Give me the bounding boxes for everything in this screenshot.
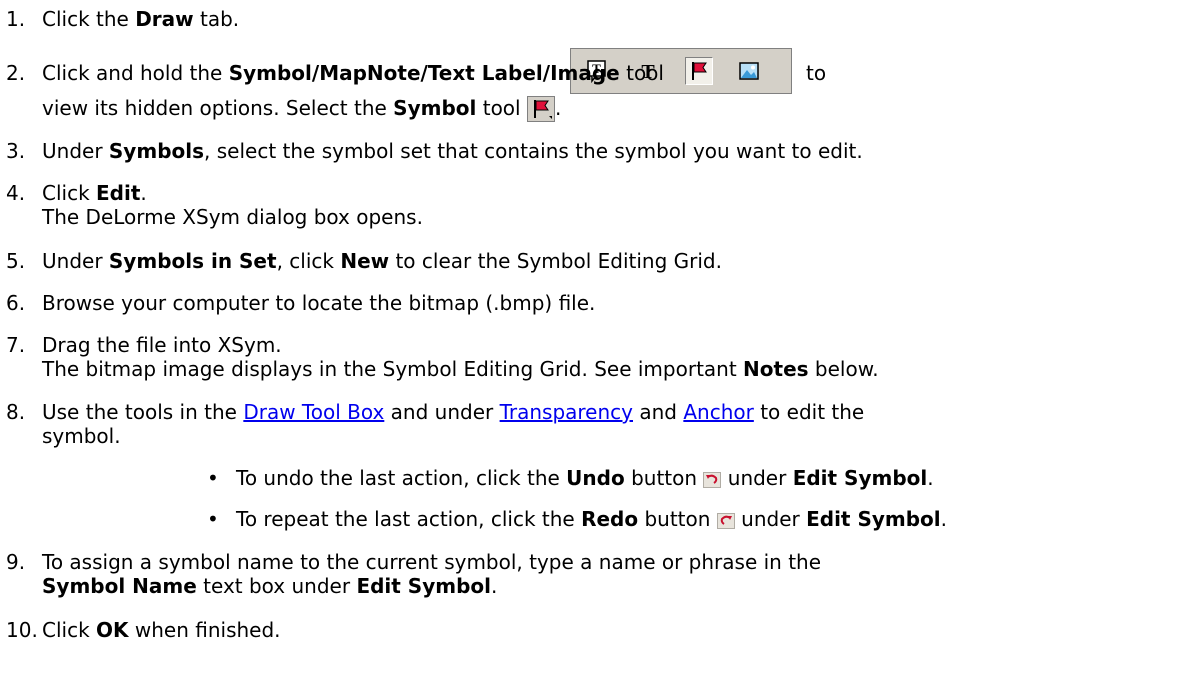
step-text: Drag the file into XSym. <box>42 333 282 357</box>
undo-icon <box>703 469 722 493</box>
anchor-link[interactable]: Anchor <box>683 400 754 424</box>
bullet-text: under <box>721 466 793 490</box>
instruction-page: 1. Click the Draw tab. T T 2. Click and … <box>0 0 1200 679</box>
redo-icon <box>716 510 735 534</box>
step-bold-term: Symbol <box>393 96 477 120</box>
step-9-continued: Symbol Name text box under Edit Symbol. <box>42 574 497 598</box>
bullet-text: . <box>940 507 948 531</box>
step-number: 4. <box>6 181 26 205</box>
transparency-link[interactable]: Transparency <box>500 400 633 424</box>
step-number: 5. <box>6 249 26 273</box>
bullet-text: under <box>734 507 807 531</box>
step-text: Under <box>42 139 109 163</box>
step-text: text box under <box>196 574 357 598</box>
step-text: tool <box>476 96 521 120</box>
step-text: Under <box>42 249 109 273</box>
step-text: Click and hold the <box>42 61 229 85</box>
step-text: to clear the Symbol Editing Grid. <box>389 249 722 273</box>
bullet-text: . <box>927 466 934 490</box>
step-text: Click the <box>42 7 136 31</box>
image-icon <box>735 57 763 85</box>
step-bold-term: Symbols in Set <box>108 249 277 273</box>
step-bold-term: Symbol Name <box>42 574 197 598</box>
step-number: 6. <box>6 291 26 315</box>
step-bold-term: Symbols <box>108 139 205 163</box>
step-bold-term: Symbol/MapNote/Text Label/Image <box>228 61 620 85</box>
step-text: Click <box>42 618 97 642</box>
step-bold-term: Edit <box>96 181 141 205</box>
step-2-continued: view its hidden options. Select the Symb… <box>42 96 561 122</box>
step-8-continued: symbol. <box>42 424 121 448</box>
symbol-flag-icon <box>685 57 713 85</box>
symbol-tool-icon <box>526 96 555 122</box>
bullet-text: button <box>638 507 711 531</box>
step-text: Click <box>42 181 97 205</box>
step-number: 1. <box>6 7 26 31</box>
step-bold-term: OK <box>96 618 129 642</box>
bullet-bold-term: Undo <box>566 466 625 490</box>
step-text: . <box>140 181 147 205</box>
step-number: 7. <box>6 333 26 357</box>
step-bold-term: Draw <box>135 7 194 31</box>
step-text: . <box>491 574 498 598</box>
bullet-bold-term: Redo <box>581 507 639 531</box>
step-text: tab. <box>193 7 240 31</box>
step-bold-term: Notes <box>743 357 809 381</box>
bullet-bold-term: Edit Symbol <box>806 507 941 531</box>
step-number: 2. <box>6 61 26 85</box>
step-4-continued: The DeLorme XSym dialog box opens. <box>42 205 423 229</box>
step-text: The bitmap image displays in the Symbol … <box>42 357 744 381</box>
bullet-text: To repeat the last action, click the <box>236 507 582 531</box>
step-text: To assign a symbol name to the current s… <box>42 550 822 574</box>
step-text: Browse your computer to locate the bitma… <box>42 291 596 315</box>
step-text: and <box>633 400 684 424</box>
bullet-dot: • <box>207 466 219 490</box>
step-text: to edit the <box>753 400 865 424</box>
step-text: . <box>554 96 562 120</box>
step-text: , select the symbol set that contains th… <box>204 139 863 163</box>
step-number: 3. <box>6 139 26 163</box>
step-text: below. <box>808 357 879 381</box>
step-bold-term: Edit Symbol <box>356 574 491 598</box>
step-number: 8. <box>6 400 26 424</box>
bullet-dot: • <box>207 507 219 531</box>
step-number: 10. <box>6 618 38 642</box>
step-text: Use the tools in the <box>42 400 244 424</box>
bullet-text: button <box>624 466 698 490</box>
step-number: 9. <box>6 550 26 574</box>
step-bold-term: New <box>340 249 390 273</box>
step-7-continued: The bitmap image displays in the Symbol … <box>42 357 879 381</box>
draw-tool-box-link[interactable]: Draw Tool Box <box>243 400 384 424</box>
step-text: tool <box>619 61 664 85</box>
step-text: when finished. <box>128 618 281 642</box>
bullet-bold-term: Edit Symbol <box>792 466 928 490</box>
step-text: view its hidden options. Select the <box>42 96 394 120</box>
step-text: to <box>806 61 827 85</box>
bullet-text: To undo the last action, click the <box>236 466 567 490</box>
step-text: , click <box>276 249 341 273</box>
step-text: and under <box>384 400 500 424</box>
